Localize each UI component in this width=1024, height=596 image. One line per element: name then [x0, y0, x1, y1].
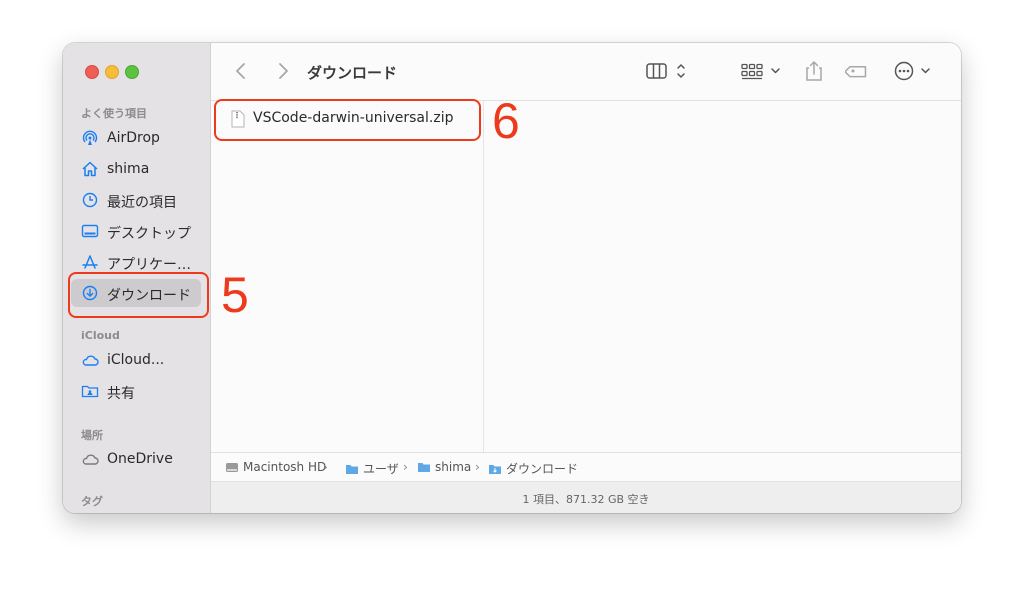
sidebar-item-label: AirDrop [107, 130, 160, 146]
chevron-right-icon [279, 63, 288, 79]
clock-icon [81, 192, 99, 208]
sidebar-item-desktop[interactable]: デスクトップ [71, 217, 201, 245]
sidebar-item-label: デスクトップ [107, 226, 191, 242]
ellipsis-circle-icon [894, 61, 930, 81]
file-column: VSCode-darwin-universal.zip [211, 101, 484, 453]
path-item-macintosh-hd[interactable]: Macintosh HD [225, 460, 326, 476]
close-window-button[interactable] [85, 65, 99, 79]
sidebar-item-home[interactable]: shima [71, 155, 201, 183]
forward-button[interactable] [275, 59, 291, 83]
sidebar-item-label: 最近の項目 [107, 195, 177, 211]
folder-icon [418, 463, 430, 472]
chevron-left-icon [236, 63, 245, 79]
tag-button[interactable] [844, 59, 869, 83]
sidebar-item-icloud-drive[interactable]: iCloud... [71, 346, 201, 374]
sidebar-item-label: iCloud... [107, 352, 165, 368]
folder-icon [346, 465, 358, 474]
view-mode-button[interactable] [645, 59, 691, 83]
window-title: ダウンロード [307, 64, 398, 82]
zoom-window-button[interactable] [125, 65, 139, 79]
sidebar-item-label: OneDrive [107, 451, 173, 467]
annotation-number-5: 5 [221, 267, 249, 323]
home-icon [81, 161, 99, 177]
minimize-window-button[interactable] [105, 65, 119, 79]
back-button[interactable] [233, 59, 249, 83]
shared-folder-icon [81, 383, 99, 399]
annotation-box-sidebar [68, 272, 209, 318]
status-text: 1 項目、871.32 GB 空き [522, 493, 650, 506]
sidebar-item-label: アプリケー… [107, 257, 191, 273]
path-item-shima[interactable]: shima [417, 460, 471, 476]
tag-icon [844, 66, 867, 78]
annotation-box-file [214, 99, 481, 141]
sidebar-item-label: 共有 [107, 386, 135, 402]
locations-header: 場所 [81, 429, 103, 442]
annotation-number-6: 6 [492, 93, 520, 149]
cloud-icon [81, 352, 99, 368]
desktop-icon [81, 223, 99, 239]
hard-drive-icon [226, 463, 238, 472]
toolbar: ダウンロード [211, 43, 961, 100]
columns-view-icon [646, 63, 685, 79]
share-icon [806, 61, 822, 81]
chevron-right-icon: › [323, 460, 328, 474]
group-grid-icon [741, 63, 780, 80]
applications-icon [81, 254, 99, 270]
more-actions-button[interactable] [893, 59, 935, 83]
group-button[interactable] [740, 59, 784, 83]
sidebar-item-recents[interactable]: 最近の項目 [71, 186, 201, 214]
sidebar-item-airdrop[interactable]: AirDrop [71, 124, 201, 152]
share-button[interactable] [803, 59, 825, 83]
column-browser: VSCode-darwin-universal.zip [211, 100, 961, 453]
chevron-right-icon: › [403, 460, 408, 474]
path-bar: Macintosh HD › ユーザ › shima › ダウンロード [211, 452, 961, 482]
tags-header: タグ [81, 495, 103, 508]
path-item-downloads[interactable]: ダウンロード [488, 460, 578, 476]
sidebar-item-label: shima [107, 161, 150, 177]
airdrop-icon [81, 130, 99, 146]
favorites-header: よく使う項目 [81, 107, 147, 120]
sidebar-item-shared[interactable]: 共有 [71, 377, 201, 405]
sidebar-item-onedrive[interactable]: OneDrive [71, 445, 201, 473]
downloads-folder-icon [489, 465, 501, 474]
icloud-header: iCloud [81, 329, 120, 342]
chevron-right-icon: › [475, 460, 480, 474]
path-item-users[interactable]: ユーザ [345, 460, 399, 476]
status-bar: 1 項目、871.32 GB 空き [211, 481, 961, 513]
cloud-icon [81, 451, 99, 467]
